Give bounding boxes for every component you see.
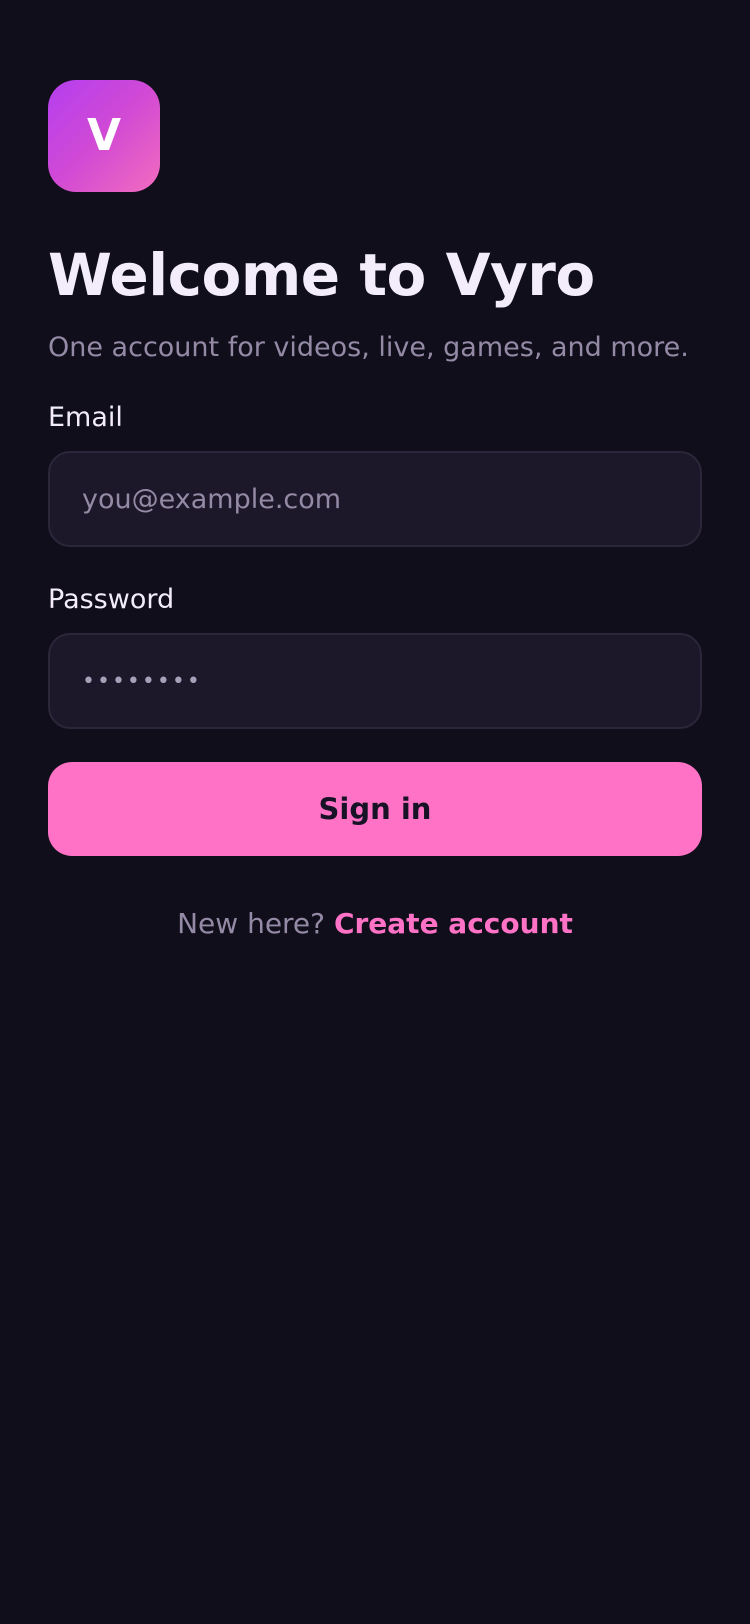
- email-field[interactable]: [48, 451, 702, 547]
- email-label: Email: [48, 402, 123, 433]
- page-title: Welcome to Vyro: [48, 241, 595, 309]
- password-label: Password: [48, 584, 175, 615]
- password-field[interactable]: ••••••••: [48, 633, 702, 729]
- password-value: ••••••••: [82, 668, 202, 694]
- app-logo: V: [48, 80, 160, 192]
- sign-in-button[interactable]: Sign in: [48, 762, 702, 856]
- footer-prompt-text: New here?: [177, 907, 334, 940]
- page-subtitle: One account for videos, live, games, and…: [48, 332, 689, 363]
- create-account-link[interactable]: Create account: [334, 907, 573, 940]
- logo-letter: V: [86, 110, 122, 161]
- sign-in-screen: V Welcome to Vyro One account for videos…: [0, 0, 750, 1624]
- create-account-prompt: New here? Create account: [0, 904, 750, 944]
